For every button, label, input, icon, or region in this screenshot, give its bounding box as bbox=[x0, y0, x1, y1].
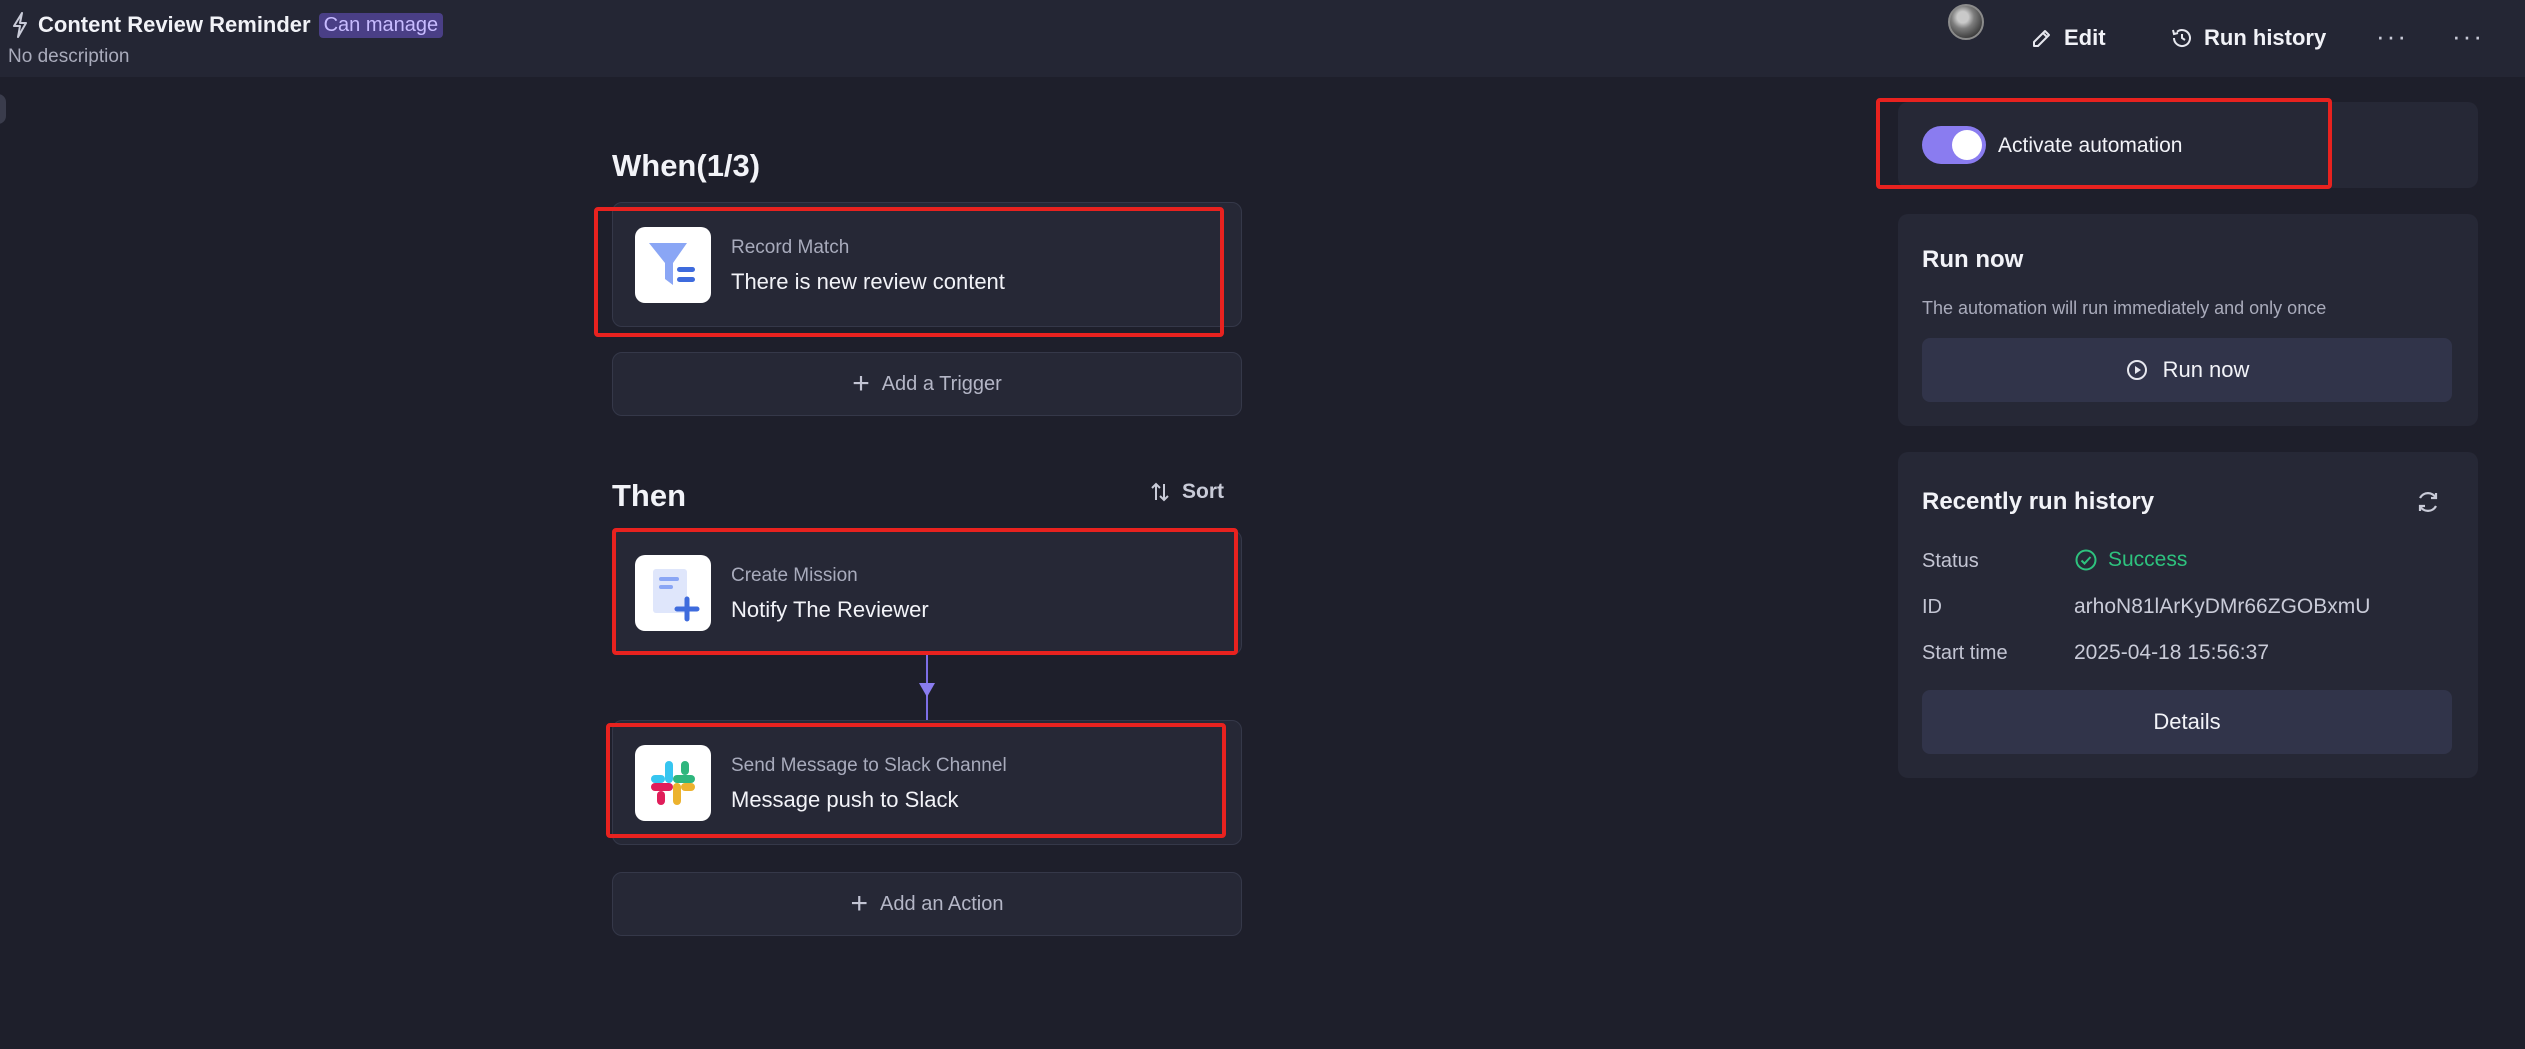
details-button[interactable]: Details bbox=[1922, 690, 2452, 754]
sort-label: Sort bbox=[1182, 480, 1224, 503]
run-now-panel: Run now The automation will run immediat… bbox=[1898, 214, 2478, 426]
page-title: Content Review Reminder bbox=[38, 12, 311, 37]
play-circle-icon bbox=[2126, 360, 2147, 380]
history-icon bbox=[2172, 29, 2191, 47]
add-trigger-button[interactable]: + Add a Trigger bbox=[612, 352, 1242, 416]
plus-icon: + bbox=[850, 887, 869, 920]
when-section-title: When(1/3) bbox=[612, 148, 761, 183]
avatar[interactable] bbox=[1948, 4, 1984, 40]
run-now-subtitle: The automation will run immediately and … bbox=[1922, 298, 2327, 318]
refresh-icon[interactable] bbox=[2414, 488, 2442, 516]
run-history-button[interactable]: Run history bbox=[2170, 16, 2326, 60]
sidebar-collapse-handle[interactable] bbox=[0, 94, 6, 124]
edit-button[interactable]: Edit bbox=[2030, 16, 2106, 60]
details-button-label: Details bbox=[2153, 709, 2221, 734]
overflow-menu-icon[interactable]: ··· bbox=[2452, 16, 2484, 60]
top-header: Content Review Reminder Can manage No de… bbox=[0, 0, 2525, 77]
page-description: No description bbox=[8, 46, 130, 67]
run-now-button-label: Run now bbox=[2162, 357, 2250, 382]
lightning-icon bbox=[13, 12, 27, 38]
edit-label: Edit bbox=[2064, 25, 2106, 50]
status-value: Success bbox=[2074, 548, 2187, 572]
history-title: Recently run history bbox=[1922, 488, 2155, 515]
plus-icon: + bbox=[852, 367, 870, 400]
trigger-highlight-box bbox=[594, 207, 1224, 337]
action-highlight-box bbox=[612, 528, 1238, 655]
status-label: Status bbox=[1922, 550, 1979, 572]
flow-arrow-icon bbox=[919, 683, 935, 697]
activate-highlight-box bbox=[1876, 98, 2332, 189]
add-action-label: Add an Action bbox=[880, 892, 1004, 915]
title-row: Content Review Reminder Can manage bbox=[10, 12, 444, 38]
start-time-label: Start time bbox=[1922, 642, 2008, 664]
sort-button[interactable]: Sort bbox=[1148, 480, 1224, 504]
pencil-icon bbox=[2033, 30, 2050, 47]
run-now-title: Run now bbox=[1922, 246, 2024, 273]
sort-icon bbox=[1151, 482, 1169, 502]
action-highlight-box bbox=[606, 723, 1226, 838]
start-time-value: 2025-04-18 15:56:37 bbox=[2074, 641, 2269, 664]
then-section-title: Then bbox=[612, 478, 687, 513]
history-panel: Recently run history Status Success ID a… bbox=[1898, 452, 2478, 778]
run-history-label: Run history bbox=[2204, 25, 2327, 50]
id-value: arhoN81lArKyDMr66ZGOBxmU bbox=[2074, 595, 2371, 618]
add-trigger-label: Add a Trigger bbox=[881, 372, 1002, 395]
status-text: Success bbox=[2108, 548, 2188, 571]
run-now-button[interactable]: Run now bbox=[1922, 338, 2452, 402]
check-circle-icon bbox=[2075, 549, 2097, 571]
add-action-button[interactable]: + Add an Action bbox=[612, 872, 1242, 936]
id-label: ID bbox=[1922, 596, 1942, 618]
permission-badge: Can manage bbox=[318, 12, 444, 38]
more-options-icon[interactable]: ··· bbox=[2376, 16, 2408, 60]
